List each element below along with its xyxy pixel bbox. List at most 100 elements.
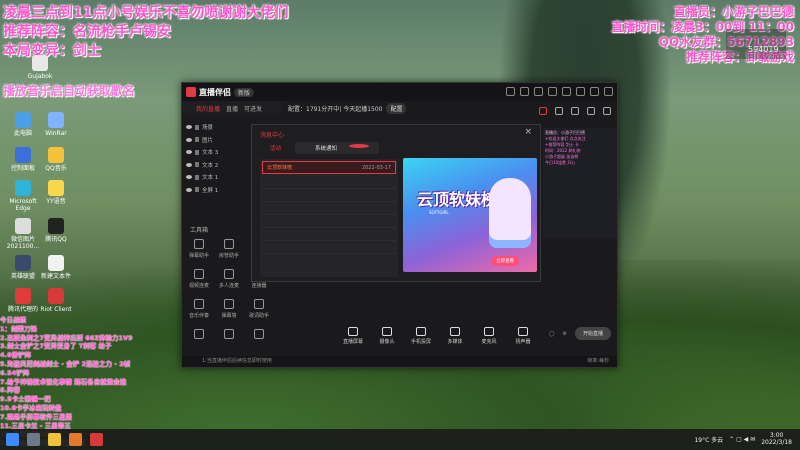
weather-text[interactable]: 19°C 多云 bbox=[694, 435, 723, 444]
desktop-icon[interactable]: QQ音乐 bbox=[36, 147, 76, 172]
version-badge[interactable]: 新版 bbox=[234, 87, 255, 97]
overlay-line-4: 播放音乐启自动获取歌名 bbox=[3, 84, 136, 98]
control-button[interactable]: 手机投屏 bbox=[410, 327, 432, 345]
list-row-empty bbox=[262, 241, 396, 254]
clock[interactable]: 3:00 2022/3/18 bbox=[761, 432, 792, 446]
scene-list: 场景 图片 文本 3 文本 2 文本 1 全屏 1 bbox=[186, 121, 240, 196]
list-item[interactable]: 云顶软妹榜 2022-03-17 bbox=[262, 161, 396, 174]
tool-item[interactable] bbox=[244, 329, 274, 342]
app-icon bbox=[48, 218, 64, 234]
popup-close-icon[interactable]: × bbox=[524, 127, 532, 137]
folder-icon[interactable] bbox=[48, 433, 61, 446]
minimize-icon[interactable] bbox=[576, 87, 585, 96]
control-button[interactable]: 多媒体 bbox=[444, 327, 466, 345]
tool-label: 歌词助手 bbox=[248, 313, 269, 319]
tool-label: 弹幕助手 bbox=[188, 253, 209, 259]
eye-icon[interactable] bbox=[186, 187, 192, 192]
banner-cta-button[interactable]: 立即查看 bbox=[491, 256, 519, 266]
scene-row[interactable]: 场景 bbox=[186, 121, 240, 134]
lock-icon[interactable] bbox=[555, 107, 563, 115]
list-row-empty bbox=[262, 202, 396, 215]
banner-character bbox=[489, 178, 531, 248]
eye-icon[interactable] bbox=[186, 125, 192, 130]
popup-tabs: 活动 系统通知 bbox=[260, 142, 380, 154]
settings-icon[interactable] bbox=[548, 87, 557, 96]
tool-item[interactable] bbox=[214, 329, 244, 342]
desktop-icon[interactable]: Riot Client bbox=[36, 288, 76, 313]
scene-row[interactable]: 文本 2 bbox=[186, 159, 240, 172]
app-name: 直播伴侣 bbox=[199, 87, 231, 97]
tab-my-live[interactable]: 我的直播 bbox=[196, 104, 220, 113]
desktop-icon[interactable]: 新建文本件 bbox=[36, 255, 76, 280]
menu-icon[interactable] bbox=[562, 87, 571, 96]
control-button[interactable]: 麦克风 bbox=[478, 327, 500, 345]
tool-item[interactable]: 视频连麦 bbox=[184, 269, 214, 289]
lock-icon[interactable] bbox=[195, 137, 199, 143]
tab-activity[interactable]: 活动 bbox=[260, 142, 292, 154]
status-text: 1:当直播伴侣后续信息即时使用 bbox=[202, 358, 272, 364]
control-button[interactable]: 扬声器 bbox=[512, 327, 534, 345]
tool-item[interactable]: 弹幕助手 bbox=[184, 239, 214, 259]
desktop-icon-label: Riot Client bbox=[40, 306, 72, 313]
game-icon[interactable] bbox=[69, 433, 82, 446]
clock-time: 3:00 bbox=[769, 432, 784, 439]
record-icon[interactable] bbox=[506, 87, 515, 96]
gift-icon[interactable] bbox=[534, 87, 543, 96]
eye-icon[interactable] bbox=[186, 162, 192, 167]
list-row-empty bbox=[262, 215, 396, 228]
scene-row[interactable]: 文本 1 bbox=[186, 171, 240, 184]
lock-icon[interactable] bbox=[195, 174, 199, 180]
tab-other[interactable]: 可进发 bbox=[244, 104, 262, 113]
control-button[interactable]: 摄像头 bbox=[376, 327, 398, 345]
tab-system-notice[interactable]: 系统通知 bbox=[295, 142, 380, 154]
bell-icon[interactable] bbox=[587, 107, 595, 115]
scene-row[interactable]: 图片 bbox=[186, 134, 240, 147]
title-icons bbox=[506, 87, 613, 96]
eye-icon[interactable] bbox=[186, 175, 192, 180]
scene-row[interactable]: 全屏 1 bbox=[186, 184, 240, 197]
tool-item[interactable]: 音乐伴奏 bbox=[184, 299, 214, 319]
layout-icon[interactable] bbox=[571, 107, 579, 115]
search-icon[interactable] bbox=[27, 433, 40, 446]
start-icon[interactable] bbox=[6, 433, 19, 446]
control-icon bbox=[382, 327, 392, 336]
tray-icons[interactable]: ⌃ ▢ ◀ ✉ bbox=[729, 436, 755, 443]
help-icon[interactable]: ◯ bbox=[549, 331, 555, 337]
control-right: ◯ ⚙ 开始直播 bbox=[549, 327, 611, 340]
eye-icon[interactable] bbox=[186, 137, 192, 142]
notification-icon[interactable] bbox=[539, 107, 547, 115]
desktop-icon[interactable]: Gujabok bbox=[20, 55, 60, 80]
desktop-icon[interactable]: WinRar bbox=[36, 112, 76, 137]
tab-live[interactable]: 直播 bbox=[226, 104, 238, 113]
system-tray: 19°C 多云 ⌃ ▢ ◀ ✉ 3:00 2022/3/18 bbox=[694, 432, 792, 446]
mail-icon[interactable] bbox=[520, 87, 529, 96]
taskbar: 19°C 多云 ⌃ ▢ ◀ ✉ 3:00 2022/3/18 bbox=[0, 429, 800, 450]
info-button[interactable]: 配置 bbox=[386, 103, 407, 114]
tool-label: 弹幕墙 bbox=[221, 313, 237, 319]
lock-icon[interactable] bbox=[195, 124, 199, 130]
start-live-button[interactable]: 开始直播 bbox=[574, 327, 611, 340]
control-icon bbox=[348, 327, 358, 336]
eye-icon[interactable] bbox=[186, 150, 192, 155]
tool-item[interactable]: 弹幕墙 bbox=[214, 299, 244, 319]
tool-item[interactable] bbox=[184, 329, 214, 342]
lock-icon[interactable] bbox=[195, 149, 199, 155]
desktop-icon[interactable]: 腾讯QQ bbox=[36, 218, 76, 243]
control-label: 多媒体 bbox=[447, 339, 463, 345]
tool-item[interactable]: 歌词助手 bbox=[244, 299, 274, 319]
maximize-icon[interactable] bbox=[590, 87, 599, 96]
lock-icon[interactable] bbox=[195, 162, 199, 168]
desktop-icon[interactable]: YY语音 bbox=[36, 180, 76, 205]
tool-item[interactable]: 多人连麦 bbox=[214, 269, 244, 289]
event-banner[interactable]: 云顶软妹榜 SOFTGIRL 立即查看 bbox=[403, 158, 537, 272]
share-icon[interactable] bbox=[603, 107, 611, 115]
tool-label: 音乐伴奏 bbox=[188, 313, 209, 319]
gear-icon[interactable]: ⚙ bbox=[563, 331, 567, 337]
close-icon[interactable] bbox=[604, 87, 613, 96]
tool-item[interactable]: 房管助手 bbox=[214, 239, 244, 259]
lock-icon[interactable] bbox=[195, 187, 199, 193]
live-app-icon[interactable] bbox=[90, 433, 103, 446]
control-button[interactable]: 直播屏幕 bbox=[342, 327, 364, 345]
overlay-line-2: 推荐阵容：名流枪手卢锡安 bbox=[3, 24, 171, 40]
scene-row[interactable]: 文本 3 bbox=[186, 146, 240, 159]
